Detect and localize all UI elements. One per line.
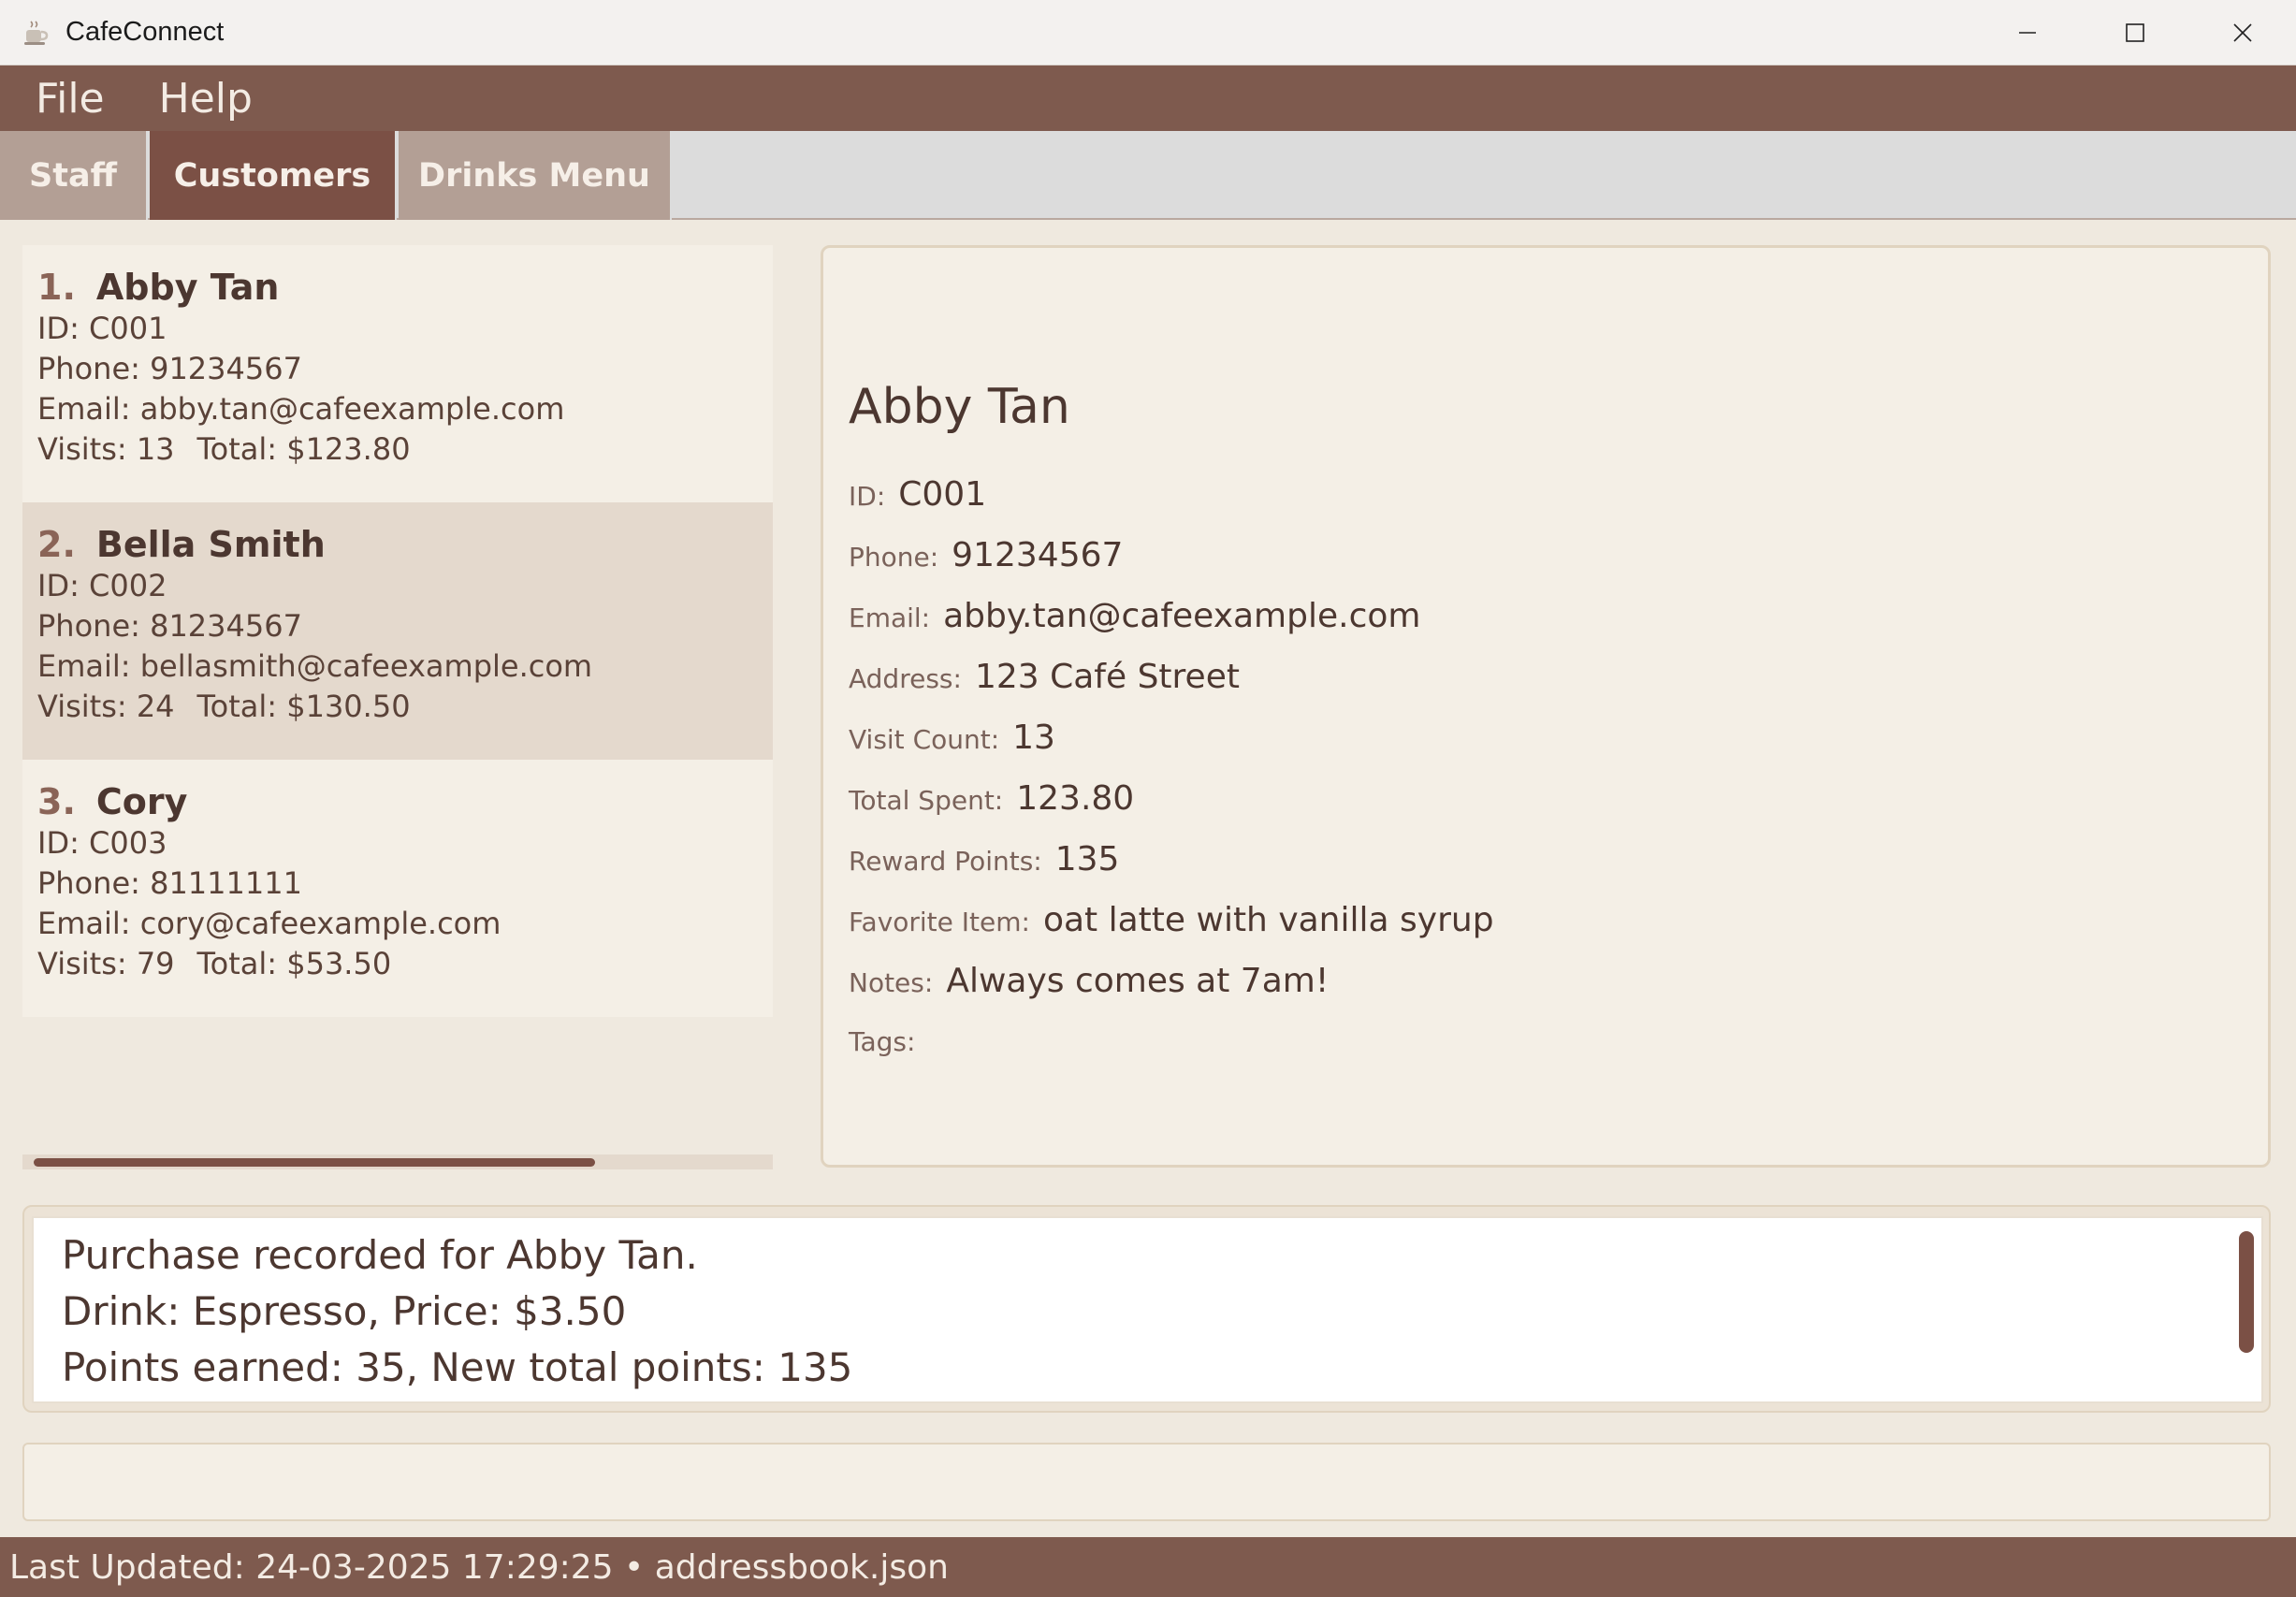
list-item-name: Abby Tan bbox=[95, 267, 280, 308]
tab-bar: Staff Customers Drinks Menu bbox=[0, 131, 2296, 220]
detail-value: 123.80 bbox=[1016, 779, 1135, 818]
list-item-phone: Phone: 91234567 bbox=[37, 351, 302, 386]
window-title: CafeConnect bbox=[65, 17, 225, 47]
list-item-index: 3. bbox=[37, 781, 76, 822]
title-bar: CafeConnect bbox=[0, 0, 2296, 65]
detail-label: Total Spent: bbox=[849, 785, 1004, 816]
list-item[interactable]: 3. Cory ID: C003 Phone: 81111111 Email: … bbox=[22, 760, 773, 1017]
coffee-cup-icon bbox=[19, 16, 52, 50]
detail-label: ID: bbox=[849, 481, 886, 512]
detail-label: Tags: bbox=[849, 1026, 916, 1057]
detail-row-visit-count: Visit Count: 13 bbox=[849, 719, 1055, 757]
list-item[interactable]: 2. Bella Smith ID: C002 Phone: 81234567 … bbox=[22, 502, 773, 760]
list-item[interactable]: 1. Abby Tan ID: C001 Phone: 91234567 Ema… bbox=[22, 245, 773, 502]
list-item-visits: Visits: 24 bbox=[37, 689, 175, 724]
menu-file[interactable]: File bbox=[36, 75, 105, 123]
scrollbar-thumb[interactable] bbox=[34, 1158, 595, 1167]
list-item-name: Cory bbox=[95, 781, 188, 822]
detail-value: C001 bbox=[898, 475, 987, 514]
detail-label: Phone: bbox=[849, 542, 939, 573]
result-line: New total spent: $123.80 bbox=[62, 1396, 852, 1401]
maximize-icon bbox=[2125, 23, 2144, 42]
detail-value: Always comes at 7am! bbox=[946, 962, 1330, 1000]
list-item-email: Email: cory@cafeexample.com bbox=[37, 906, 501, 941]
detail-row-reward-points: Reward Points: 135 bbox=[849, 840, 1119, 878]
list-item-total: Total: $53.50 bbox=[196, 946, 392, 981]
minimize-icon bbox=[2018, 32, 2036, 34]
detail-row-email: Email: abby.tan@cafeexample.com bbox=[849, 597, 1420, 635]
detail-value: 123 Café Street bbox=[974, 658, 1240, 696]
list-item-id: ID: C002 bbox=[37, 568, 167, 603]
list-item-phone: Phone: 81234567 bbox=[37, 608, 302, 644]
list-item-visits: Visits: 79 bbox=[37, 946, 175, 981]
detail-value: abby.tan@cafeexample.com bbox=[943, 597, 1421, 635]
detail-label: Address: bbox=[849, 663, 962, 694]
detail-value: oat latte with vanilla syrup bbox=[1042, 901, 1494, 939]
list-item-id: ID: C001 bbox=[37, 311, 167, 346]
list-item-total: Total: $130.50 bbox=[196, 689, 411, 724]
list-item-email: Email: bellasmith@cafeexample.com bbox=[37, 648, 593, 684]
command-box bbox=[22, 1443, 2271, 1521]
detail-name: Abby Tan bbox=[849, 379, 1070, 435]
detail-row-phone: Phone: 91234567 bbox=[849, 536, 1123, 574]
command-input[interactable] bbox=[24, 1445, 2269, 1519]
maximize-button[interactable] bbox=[2081, 0, 2188, 65]
status-bar: Last Updated: 24-03-2025 17:29:25 • addr… bbox=[0, 1537, 2296, 1597]
detail-label: Notes: bbox=[849, 967, 934, 998]
detail-row-total-spent: Total Spent: 123.80 bbox=[849, 779, 1134, 818]
detail-value: 91234567 bbox=[952, 536, 1124, 574]
list-item-visits: Visits: 13 bbox=[37, 431, 175, 467]
customer-detail-panel: Abby Tan ID: C001 Phone: 91234567 Email:… bbox=[821, 245, 2271, 1168]
detail-label: Reward Points: bbox=[849, 846, 1042, 877]
list-item-id: ID: C003 bbox=[37, 825, 167, 861]
tab-customers[interactable]: Customers bbox=[150, 131, 397, 220]
tab-staff[interactable]: Staff bbox=[0, 131, 148, 220]
tab-drinks-menu[interactable]: Drinks Menu bbox=[399, 131, 672, 220]
list-item-phone: Phone: 81111111 bbox=[37, 865, 302, 901]
result-line: Points earned: 35, New total points: 135 bbox=[62, 1344, 853, 1390]
detail-value: 13 bbox=[1012, 719, 1055, 757]
status-text: Last Updated: 24-03-2025 17:29:25 • addr… bbox=[9, 1547, 949, 1587]
list-item-total: Total: $123.80 bbox=[196, 431, 411, 467]
customer-list: 1. Abby Tan ID: C001 Phone: 91234567 Ema… bbox=[22, 245, 773, 1017]
detail-row-address: Address: 123 Café Street bbox=[849, 658, 1240, 696]
detail-row-notes: Notes: Always comes at 7am! bbox=[849, 962, 1329, 1000]
detail-row-id: ID: C001 bbox=[849, 475, 986, 514]
detail-row-tags: Tags: bbox=[849, 1026, 928, 1057]
detail-label: Email: bbox=[849, 603, 931, 633]
result-vertical-scrollbar[interactable] bbox=[2239, 1231, 2254, 1353]
result-line: Purchase recorded for Abby Tan. bbox=[62, 1232, 698, 1278]
menu-bar: File Help bbox=[0, 65, 2296, 131]
list-horizontal-scrollbar[interactable] bbox=[22, 1154, 773, 1169]
list-item-index: 1. bbox=[37, 267, 76, 308]
detail-label: Visit Count: bbox=[849, 724, 1000, 755]
result-text-area[interactable]: Purchase recorded for Abby Tan. Drink: E… bbox=[32, 1216, 2263, 1403]
result-line: Drink: Espresso, Price: $3.50 bbox=[62, 1288, 627, 1334]
result-display: Purchase recorded for Abby Tan. Drink: E… bbox=[22, 1205, 2271, 1413]
close-button[interactable] bbox=[2188, 0, 2296, 65]
menu-help[interactable]: Help bbox=[159, 75, 253, 123]
close-icon bbox=[2232, 23, 2252, 42]
list-item-email: Email: abby.tan@cafeexample.com bbox=[37, 391, 565, 427]
list-item-index: 2. bbox=[37, 524, 76, 565]
list-item-name: Bella Smith bbox=[95, 524, 326, 565]
detail-label: Favorite Item: bbox=[849, 907, 1030, 937]
detail-row-favorite-item: Favorite Item: oat latte with vanilla sy… bbox=[849, 901, 1494, 939]
detail-value: 135 bbox=[1054, 840, 1120, 878]
minimize-button[interactable] bbox=[1973, 0, 2081, 65]
